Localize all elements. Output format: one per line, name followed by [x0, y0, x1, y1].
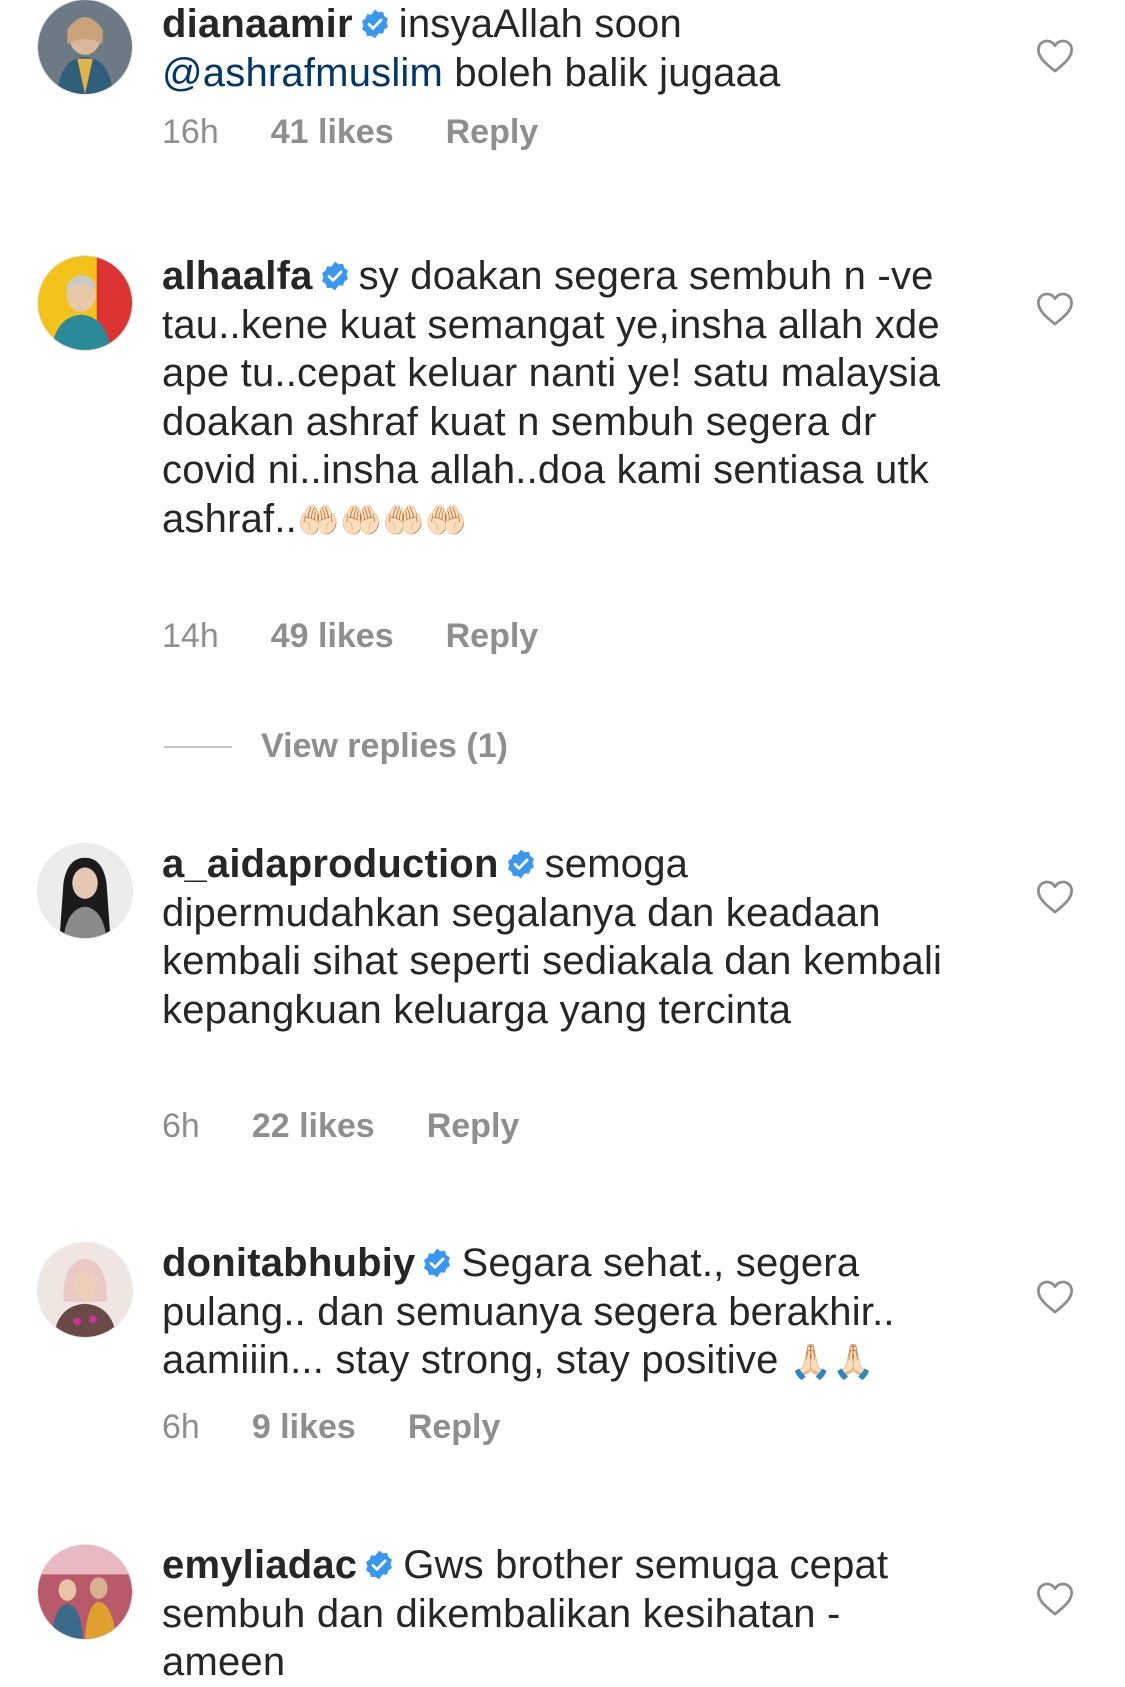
view-replies-label: View replies (1)	[261, 727, 508, 765]
praying-hands-emoji-icons: 🙏🏻🙏🏻	[789, 1343, 875, 1382]
avatar[interactable]	[37, 843, 133, 939]
reply-button[interactable]: Reply	[446, 113, 539, 152]
divider-line	[164, 745, 232, 748]
avatar[interactable]	[37, 1242, 133, 1338]
heart-outline-icon[interactable]	[1036, 1279, 1074, 1315]
folded-hands-emoji-icons: 🤲🏻🤲🏻🤲🏻🤲🏻	[297, 501, 468, 540]
view-replies-button[interactable]: View replies (1)	[164, 727, 508, 766]
heart-outline-icon[interactable]	[1036, 38, 1074, 74]
verified-badge-icon	[505, 848, 537, 880]
avatar[interactable]	[37, 255, 133, 351]
heart-outline-icon[interactable]	[1036, 291, 1074, 327]
username[interactable]: a_aidaproduction	[162, 842, 499, 886]
heart-outline-icon[interactable]	[1036, 1581, 1074, 1617]
comment-time: 6h	[162, 1408, 200, 1446]
comment-time: 16h	[162, 113, 219, 151]
avatar[interactable]	[37, 0, 133, 95]
verified-badge-icon	[363, 1549, 395, 1581]
reply-button[interactable]: Reply	[446, 617, 539, 656]
comment-time: 14h	[162, 617, 219, 655]
comment-text: insyaAllah soon	[398, 2, 682, 46]
reply-button[interactable]: Reply	[427, 1107, 520, 1146]
mention-link[interactable]: @ashrafmuslim	[162, 51, 443, 95]
comment-time: 6h	[162, 1107, 200, 1145]
verified-badge-icon	[421, 1247, 453, 1279]
likes-count[interactable]: 49 likes	[271, 617, 394, 656]
reply-button[interactable]: Reply	[408, 1408, 501, 1447]
likes-count[interactable]: 22 likes	[252, 1107, 375, 1146]
verified-badge-icon	[319, 260, 351, 292]
avatar[interactable]	[37, 1544, 133, 1640]
comment-text-continued: boleh balik jugaaa	[443, 50, 781, 95]
verified-badge-icon	[359, 8, 391, 40]
heart-outline-icon[interactable]	[1036, 879, 1074, 915]
likes-count[interactable]: 41 likes	[271, 113, 394, 152]
likes-count[interactable]: 9 likes	[252, 1408, 356, 1447]
username[interactable]: donitabhubiy	[162, 1241, 415, 1285]
username[interactable]: alhaalfa	[162, 254, 313, 298]
username[interactable]: dianaamir	[162, 2, 353, 46]
username[interactable]: emyliadac	[162, 1543, 357, 1587]
